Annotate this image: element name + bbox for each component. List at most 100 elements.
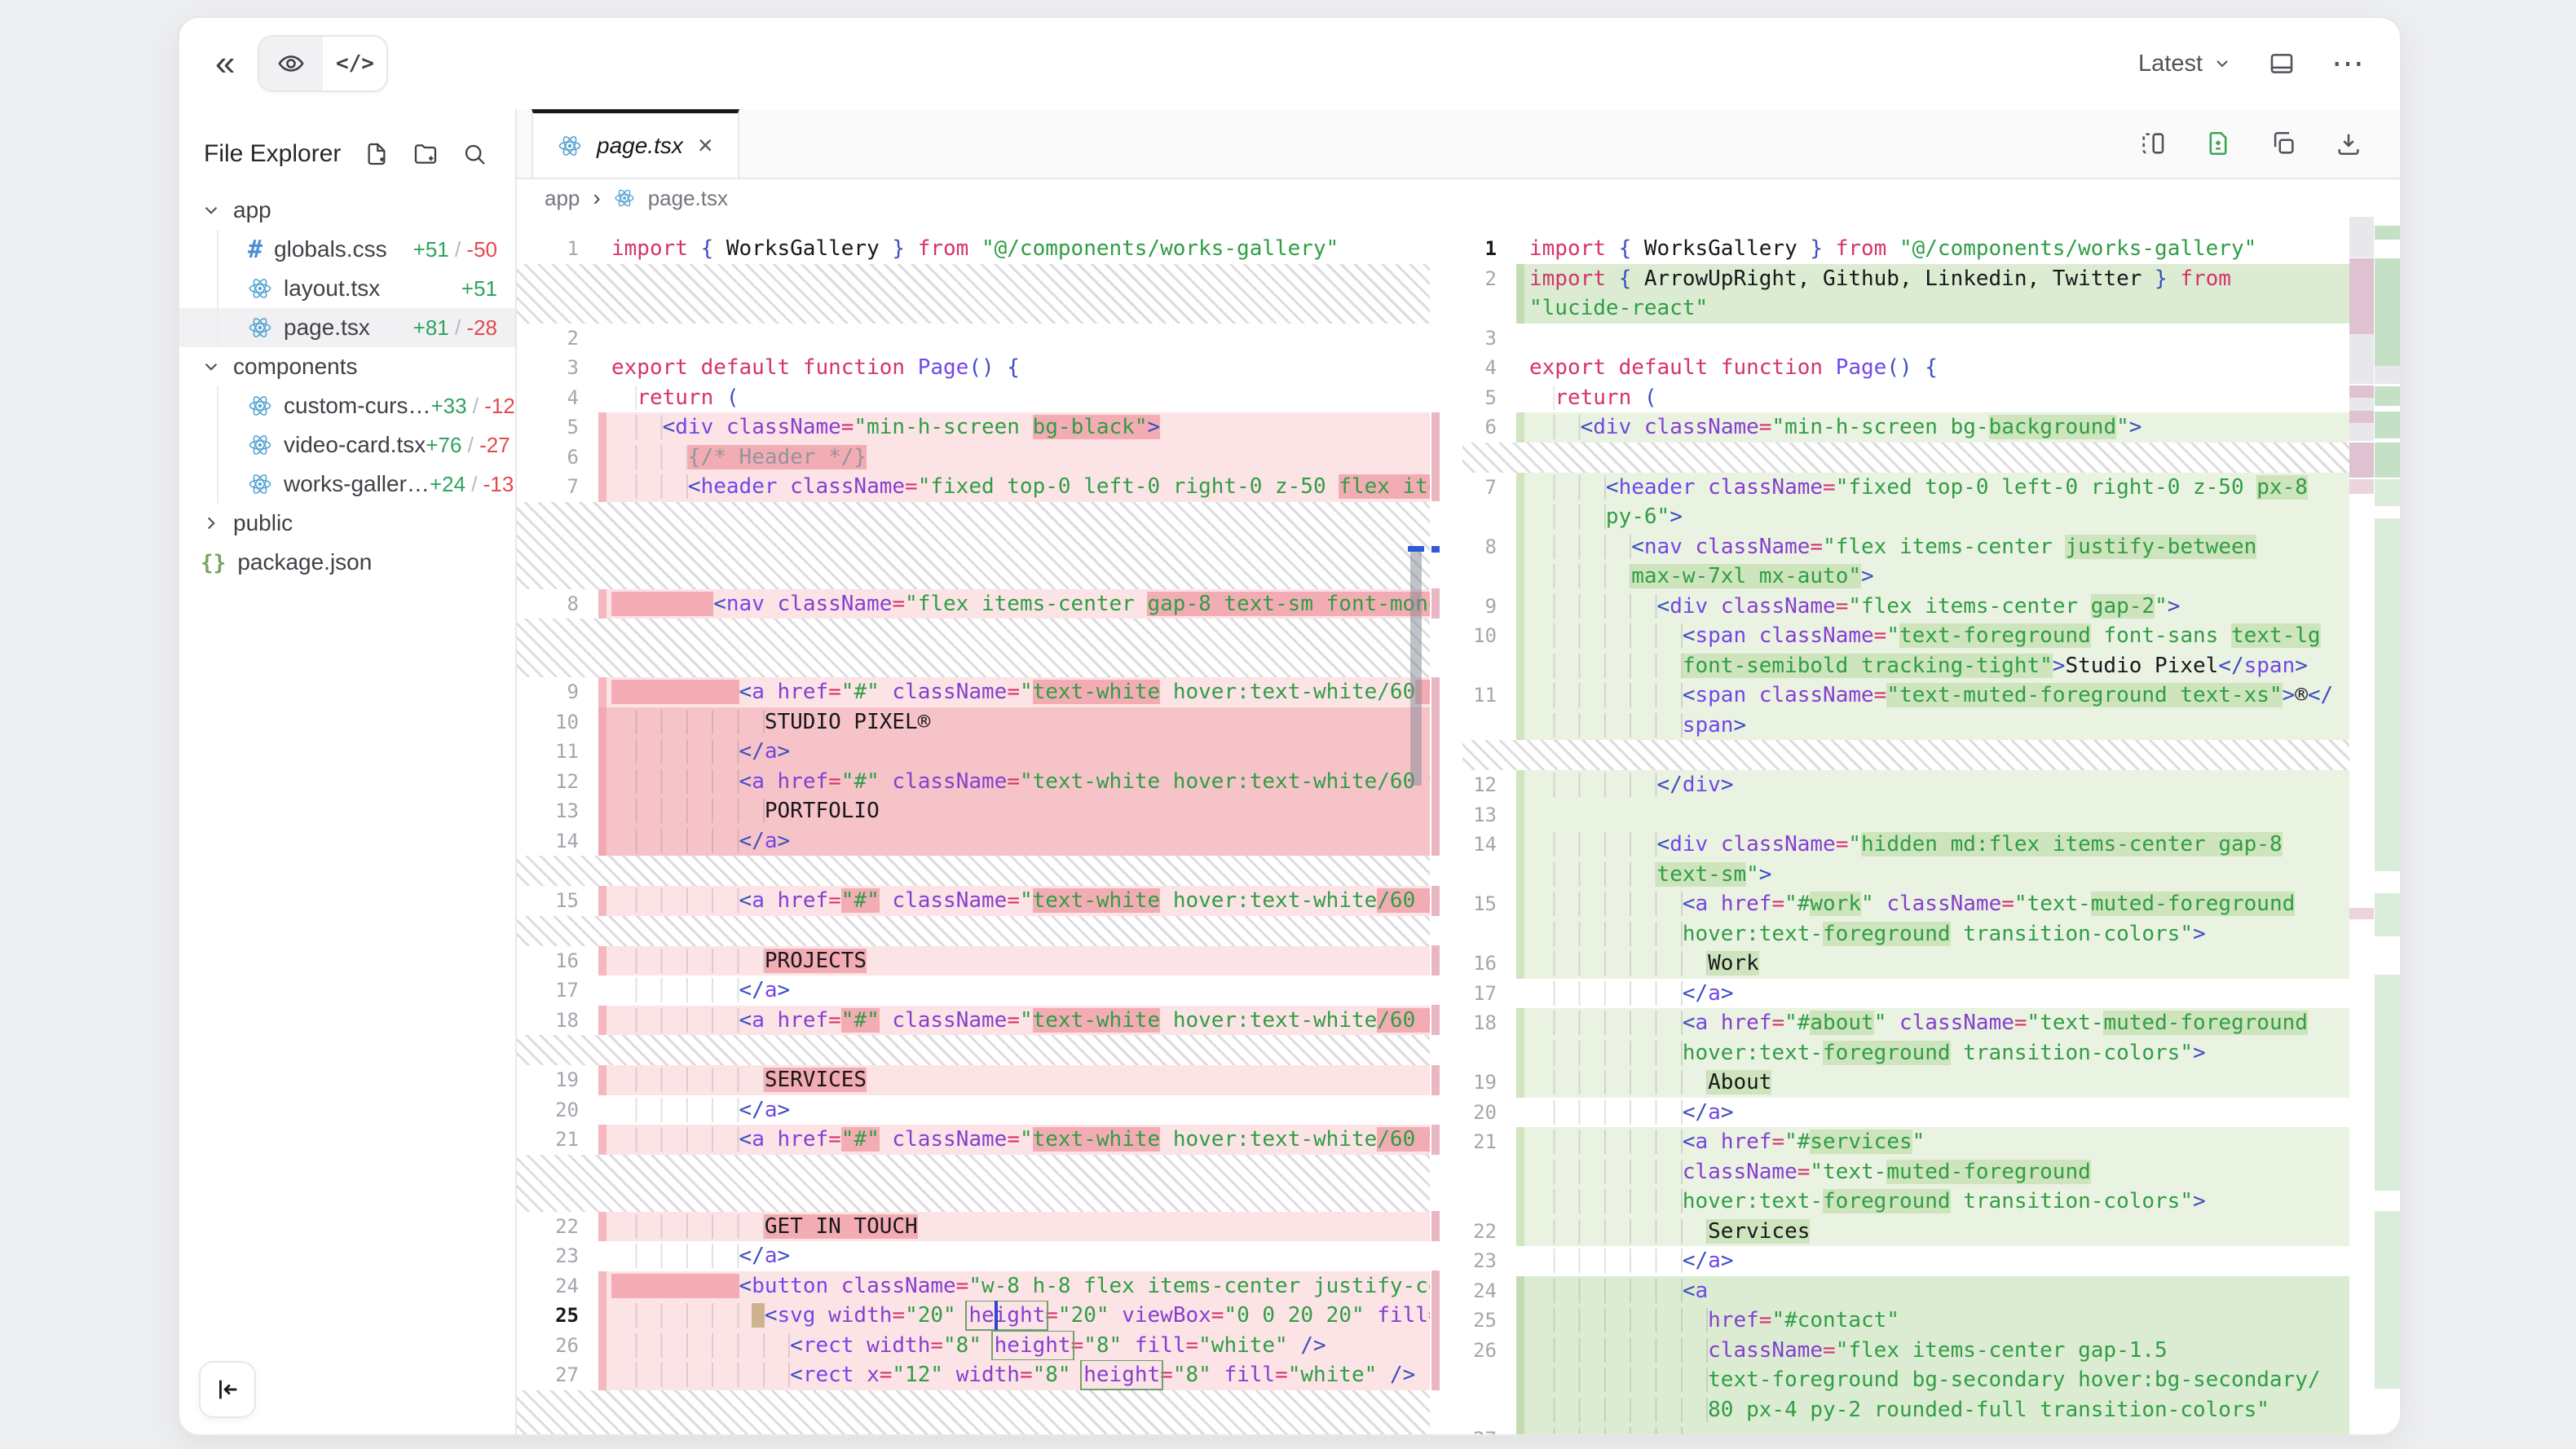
line-number: 17	[517, 976, 598, 1006]
breadcrumb-root[interactable]: app	[545, 186, 580, 211]
code-text: </a>	[598, 1095, 1430, 1125]
minimap-mark	[2349, 385, 2374, 398]
code-text: <nav className="flex items-center justif…	[1516, 532, 2349, 562]
line-number: 15	[517, 886, 598, 916]
minimap-mark	[2375, 258, 2400, 366]
ruler-mark	[1431, 945, 1440, 976]
search-icon[interactable]	[461, 141, 487, 167]
split-view-icon[interactable]	[2139, 130, 2167, 157]
collapsed-unchanged-region[interactable]	[1462, 443, 2349, 473]
minimap-mark	[2349, 398, 2374, 411]
tab-page-tsx[interactable]: page.tsx ×	[532, 109, 739, 178]
sidebar-item-page.tsx[interactable]: page.tsx+81 / -28	[179, 308, 515, 347]
new-file-icon[interactable]	[364, 141, 390, 167]
line-number	[1462, 1365, 1516, 1395]
diff-pane-after[interactable]: 1import { WorksGallery } from "@/compone…	[1462, 217, 2349, 1434]
code-line: text-foreground bg-secondary hover:bg-se…	[1462, 1365, 2349, 1395]
diff-pane-before[interactable]: 1import { WorksGallery } from "@/compone…	[517, 217, 1430, 1434]
line-number: 4	[1462, 353, 1516, 383]
file-label: components	[233, 354, 358, 380]
panel-bottom-icon[interactable]	[2268, 50, 2296, 77]
code-text: Work	[1516, 949, 2349, 979]
sidebar-item-video-card.tsx[interactable]: video-card.tsx+76 / -27	[179, 425, 515, 465]
breadcrumb-file[interactable]: page.tsx	[648, 186, 728, 211]
line-number: 9	[517, 677, 598, 707]
minimap-mark	[2349, 334, 2374, 384]
collapsed-unchanged-region[interactable]	[517, 916, 1430, 946]
react-file-icon	[248, 394, 272, 418]
new-folder-icon[interactable]	[412, 141, 439, 167]
code-line: 6 <div className="min-h-screen bg-backgr…	[1462, 412, 2349, 443]
sidebar-item-layout.tsx[interactable]: layout.tsx+51	[179, 269, 515, 308]
line-number: 19	[1462, 1068, 1516, 1098]
collapsed-unchanged-region[interactable]	[517, 1390, 1430, 1435]
more-menu-button[interactable]: ⋯	[2331, 47, 2364, 80]
code-toggle-button[interactable]: </>	[323, 37, 386, 90]
code-text: </div>	[1516, 770, 2349, 800]
line-number: 21	[517, 1125, 598, 1155]
minimap-mark	[2375, 386, 2400, 406]
preview-toggle-button[interactable]	[259, 37, 323, 90]
code-line: 9 <a href="#" className="text-white hove…	[517, 677, 1430, 707]
download-icon[interactable]	[2335, 130, 2362, 157]
close-tab-icon[interactable]: ×	[698, 130, 713, 161]
collapsed-unchanged-region[interactable]	[517, 619, 1430, 677]
code-text: <div className="flex items-center gap-2"…	[1516, 592, 2349, 622]
copy-icon[interactable]	[2269, 130, 2297, 157]
react-file-icon	[614, 187, 635, 209]
code-text: text-foreground bg-secondary hover:bg-se…	[1516, 1365, 2349, 1395]
line-number: 11	[1462, 680, 1516, 711]
line-number	[1462, 502, 1516, 532]
code-text: import { WorksGallery } from "@/componen…	[598, 234, 1430, 264]
sidebar-item-globals.css[interactable]: #globals.css+51 / -50	[179, 230, 515, 269]
collapsed-unchanged-region[interactable]	[517, 1155, 1430, 1212]
file-label: app	[233, 197, 271, 223]
file-diff-icon[interactable]	[2204, 130, 2232, 157]
line-number	[1462, 711, 1516, 741]
minimap-mark	[2375, 518, 2400, 871]
code-text: {/* Header */}	[598, 443, 1430, 473]
diff-counts: +51	[461, 276, 515, 302]
collapsed-unchanged-region[interactable]	[517, 1035, 1430, 1065]
line-number: 26	[517, 1331, 598, 1361]
file-label: page.tsx	[284, 315, 370, 341]
version-dropdown[interactable]: Latest	[2138, 51, 2232, 77]
sidebar-item-package.json[interactable]: {}package.json	[179, 543, 515, 582]
line-number	[1462, 860, 1516, 890]
code-line: 11 </a>	[517, 737, 1430, 767]
line-number	[1462, 1157, 1516, 1187]
breadcrumb: app › page.tsx	[517, 179, 2400, 217]
code-text: hover:text-foreground transition-colors"…	[1516, 1038, 2349, 1068]
code-text: </a>	[598, 826, 1430, 857]
sidebar-item-components[interactable]: components	[179, 347, 515, 386]
code-text: 80 px-4 py-2 rounded-full transition-col…	[1516, 1395, 2349, 1425]
line-number: 13	[517, 796, 598, 826]
left-pane-scrollbar[interactable]	[1410, 546, 1422, 786]
file-label: public	[233, 510, 293, 536]
code-text: <a	[1516, 1276, 2349, 1306]
collapsed-unchanged-region[interactable]	[1462, 740, 2349, 770]
line-number: 2	[1462, 264, 1516, 294]
sidebar-item-works-galler-[interactable]: works-galler…+24 / -13	[179, 465, 515, 504]
code-text: About	[1516, 1068, 2349, 1098]
code-text: </a>	[598, 737, 1430, 767]
code-text: hover:text-foreground transition-colors"…	[1516, 1187, 2349, 1217]
code-text: max-w-7xl mx-auto">	[1516, 562, 2349, 592]
collapsed-unchanged-region[interactable]	[517, 502, 1430, 589]
collapsed-unchanged-region[interactable]	[517, 856, 1430, 886]
code-text	[1516, 324, 2349, 354]
sidebar-item-public[interactable]: public	[179, 504, 515, 543]
code-text: <span className="text-foreground font-sa…	[1516, 621, 2349, 651]
sidebar-item-custom-curs-[interactable]: custom-curs…+33 / -12	[179, 386, 515, 425]
code-text: <span className="text-muted-foreground t…	[1516, 680, 2349, 711]
line-number: 16	[1462, 949, 1516, 979]
sidebar-item-app[interactable]: app	[179, 191, 515, 230]
code-text: </a>	[598, 976, 1430, 1006]
diff-minimap[interactable]	[2349, 217, 2400, 1434]
minimap-mark	[2349, 479, 2374, 494]
code-line: hover:text-foreground transition-colors"…	[1462, 1038, 2349, 1068]
collapsed-unchanged-region[interactable]	[517, 264, 1430, 324]
collapse-sidebar-button[interactable]	[199, 1361, 256, 1418]
file-label: globals.css	[274, 236, 387, 262]
collapse-panel-button[interactable]: «	[215, 46, 235, 81]
